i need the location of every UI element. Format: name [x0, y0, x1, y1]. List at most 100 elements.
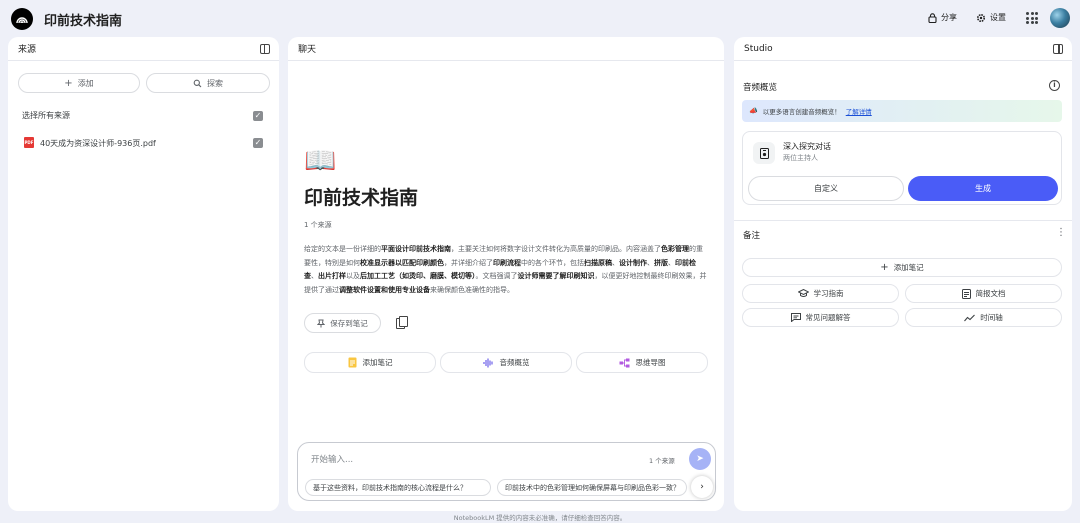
- summary-highlight: 扫描原稿: [584, 258, 612, 267]
- audio-wave-icon: [482, 358, 493, 367]
- source-checkbox[interactable]: ✓: [253, 138, 263, 148]
- share-label: 分享: [941, 13, 957, 22]
- notes-heading: 备注: [743, 231, 761, 241]
- chat-panel: 聊天 📖 印前技术指南 1 个来源 给定的文本是一份详细的平面设计印前技术指南，…: [288, 37, 724, 511]
- summary-text: 、: [612, 258, 619, 267]
- audio-overview-label: 音频概览: [499, 358, 530, 367]
- explore-button[interactable]: 探索: [146, 73, 270, 93]
- save-to-note-label: 保存到笔记: [330, 318, 368, 328]
- chat-header: 聊天: [288, 37, 724, 61]
- chat-composer: 开始输入... 1 个来源 ➤ 基于这些资料，印前技术指南的核心流程是什么？ 印…: [297, 442, 716, 501]
- suggested-question-chip[interactable]: 基于这些资料，印前技术指南的核心流程是什么？: [305, 479, 491, 496]
- card-subtitle: 两位主持人: [783, 154, 818, 162]
- summary-highlight: 色彩管理: [661, 245, 689, 253]
- timeline-label: 时间轴: [980, 313, 1003, 322]
- avatar[interactable]: [1050, 8, 1070, 28]
- mind-map-icon: [619, 358, 629, 367]
- summary-highlight: 设计制作: [619, 258, 647, 267]
- generate-button[interactable]: 生成: [908, 176, 1058, 201]
- share-button[interactable]: 分享: [928, 12, 957, 23]
- pdf-icon: PDF: [24, 137, 34, 148]
- notebook-summary: 给定的文本是一份详细的平面设计印前技术指南，主要关注如何将数字设计文件转化为高质…: [304, 243, 708, 297]
- plus-icon: +: [64, 77, 73, 89]
- sources-title: 来源: [18, 45, 37, 55]
- summary-highlight: 出片打样: [318, 272, 346, 280]
- summary-text: ，主要关注如何将数字设计文件转化为高质量的印刷品。内容涵盖了: [451, 245, 661, 253]
- summary-text: 以及: [346, 272, 360, 280]
- open-book-icon: 📖: [304, 146, 337, 176]
- divider: [734, 220, 1072, 221]
- composer-source-count: 1 个来源: [649, 457, 675, 465]
- notebooklm-logo-icon[interactable]: [11, 8, 33, 30]
- add-note-suggest-button[interactable]: 添加笔记: [304, 352, 436, 373]
- settings-label: 设置: [990, 13, 1006, 22]
- copy-icon[interactable]: [396, 316, 408, 329]
- suggested-question-chip[interactable]: 印前技术中的色彩管理如何确保屏幕与印刷品色彩一致？: [497, 479, 687, 496]
- summary-highlight: 校准显示器以匹配印刷颜色: [360, 258, 444, 267]
- footer-disclaimer: NotebookLM 提供的内容未必准确，请仔细检查回答内容。: [453, 514, 627, 522]
- briefing-doc-label: 简报文档: [975, 289, 1006, 298]
- info-icon[interactable]: i: [1049, 80, 1060, 91]
- search-sparkle-icon: [193, 79, 202, 87]
- mind-map-label: 思维导图: [635, 358, 666, 367]
- select-all-label: 选择所有来源: [22, 111, 70, 120]
- summary-text: 来确保颜色准确性的指导。: [430, 285, 514, 294]
- pin-icon: [317, 319, 326, 327]
- briefing-doc-button[interactable]: 简报文档: [905, 284, 1062, 303]
- document-icon: [961, 288, 971, 299]
- save-to-note-button[interactable]: 保存到笔记: [304, 313, 381, 333]
- send-arrow-icon: ➤: [696, 454, 704, 464]
- source-file-name[interactable]: 40天成为资深设计师-936页.pdf: [40, 138, 156, 149]
- chevron-right-icon[interactable]: ›: [691, 476, 713, 498]
- studio-header: Studio: [734, 37, 1072, 61]
- faq-label: 常见问题解答: [805, 313, 851, 322]
- graduation-cap-icon: [797, 289, 809, 297]
- gear-icon: [976, 13, 986, 22]
- add-source-button[interactable]: + 添加: [18, 73, 140, 93]
- faq-icon: [790, 313, 801, 322]
- note-icon: [348, 357, 356, 368]
- sources-header: 来源: [8, 37, 279, 61]
- summary-highlight: 平面设计印前技术指南: [381, 245, 451, 253]
- collapse-panel-icon[interactable]: [1053, 44, 1063, 54]
- customize-button[interactable]: 自定义: [748, 176, 904, 201]
- add-note-button[interactable]: + 添加笔记: [742, 258, 1062, 277]
- settings-button[interactable]: 设置: [976, 12, 1006, 23]
- send-button[interactable]: ➤: [689, 448, 711, 470]
- timeline-button[interactable]: 时间轴: [905, 308, 1062, 327]
- summary-highlight: 印刷流程: [493, 258, 521, 267]
- collapse-panel-icon[interactable]: [260, 44, 270, 54]
- banner-text: 以更多语言创建音频概览！: [762, 108, 841, 116]
- chat-title: 聊天: [298, 45, 317, 55]
- select-all-checkbox[interactable]: ✓: [253, 111, 263, 121]
- studio-title: Studio: [744, 43, 773, 54]
- mind-map-suggest-button[interactable]: 思维导图: [576, 352, 708, 373]
- learn-more-link[interactable]: 了解详情: [846, 106, 872, 116]
- notebook-heading: 印前技术指南: [304, 187, 419, 209]
- faq-button[interactable]: 常见问题解答: [742, 308, 899, 327]
- sources-panel: 来源 + 添加 探索 选择所有来源 ✓ PDF 40天成为资深设计师-936页.…: [8, 37, 279, 511]
- summary-highlight: 调整软件设置和使用专业设备: [339, 285, 430, 294]
- card-title: 深入探究对话: [783, 142, 831, 151]
- add-note-label: 添加笔记: [362, 358, 393, 367]
- summary-highlight: 后加工工艺（如烫印、磨膜、模切等）: [360, 272, 476, 280]
- megaphone-icon: 📣: [749, 107, 758, 115]
- apps-grid-icon[interactable]: [1026, 12, 1038, 24]
- chat-input[interactable]: 开始输入...: [311, 453, 353, 465]
- language-banner: 📣 以更多语言创建音频概览！ 了解详情: [742, 100, 1062, 122]
- audio-overview-card: 深入探究对话 两位主持人 自定义 生成: [742, 131, 1062, 205]
- study-guide-label: 学习指南: [813, 289, 844, 298]
- summary-text: ，并详细介绍了: [444, 258, 493, 267]
- notebook-title[interactable]: 印前技术指南: [44, 10, 122, 29]
- summary-text: 、: [668, 258, 675, 267]
- summary-highlight: 拼版: [654, 258, 668, 267]
- audio-file-icon: [753, 142, 775, 164]
- explore-label: 探索: [207, 78, 223, 88]
- more-vert-icon[interactable]: ⋮: [1056, 227, 1066, 239]
- study-guide-button[interactable]: 学习指南: [742, 284, 899, 303]
- add-note-label: 添加笔记: [893, 263, 924, 272]
- summary-text: 、: [311, 272, 318, 280]
- audio-overview-suggest-button[interactable]: 音频概览: [440, 352, 572, 373]
- studio-panel: Studio 音频概览 i 📣 以更多语言创建音频概览！ 了解详情 深入探究对话…: [734, 37, 1072, 511]
- summary-highlight: 设计师需要了解印刷知识: [517, 272, 595, 280]
